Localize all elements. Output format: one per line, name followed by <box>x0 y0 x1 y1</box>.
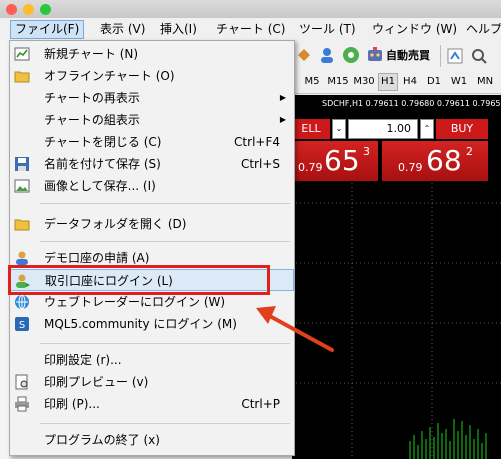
menu-print-preview-label: 印刷プレビュー (v) <box>44 375 149 389</box>
toolbar-new-order-icon[interactable] <box>446 47 464 65</box>
buy-price-box[interactable]: 0.79 68 2 <box>382 141 488 181</box>
price-candles <box>409 419 487 459</box>
timeframe-h4[interactable]: H4 <box>400 74 420 90</box>
menu-exit-label: プログラムの終了 (x) <box>44 433 160 447</box>
new-chart-icon <box>14 47 30 61</box>
menu-tools[interactable]: ツール (T) <box>295 21 360 38</box>
buy-price-prefix: 0.79 <box>398 161 423 174</box>
menu-open-data-folder[interactable]: データフォルダを開く (D) <box>10 213 294 235</box>
menu-refresh-chart[interactable]: チャートの再表示 ▶ <box>10 87 294 109</box>
file-menu-dropdown: 新規チャート (N) オフラインチャート (O) チャートの再表示 ▶ チャート… <box>9 40 295 456</box>
toolbar-arrow-icon[interactable] <box>296 47 312 63</box>
timeframe-d1[interactable]: D1 <box>424 74 444 90</box>
lot-increase-button[interactable]: ⌃ <box>420 119 434 139</box>
sell-price-big: 65 <box>324 144 360 177</box>
auto-trade-icon[interactable] <box>366 46 384 64</box>
menu-print-preview[interactable]: 印刷プレビュー (v) <box>10 371 294 393</box>
web-trader-icon <box>15 294 29 310</box>
menu-open-data-folder-label: データフォルダを開く (D) <box>44 217 187 231</box>
data-folder-icon <box>14 219 30 231</box>
menu-print-shortcut: Ctrl+P <box>241 397 280 411</box>
menu-view[interactable]: 表示 (V) <box>96 21 149 38</box>
menu-login-mql5-label: MQL5.community にログイン (M) <box>44 317 237 331</box>
menu-print-label: 印刷 (P)... <box>44 397 100 411</box>
menu-window[interactable]: ウィンドウ (W) <box>368 21 461 38</box>
toolbar-divider <box>440 45 441 67</box>
menu-close-chart-label: チャートを閉じる (C) <box>44 135 162 149</box>
sell-button[interactable]: ELL <box>292 119 330 139</box>
buy-price-big: 68 <box>426 144 462 177</box>
menu-new-chart-label: 新規チャート (N) <box>44 47 139 61</box>
sell-price-box[interactable]: 0.79 65 3 <box>292 141 378 181</box>
menu-save-as[interactable]: 名前を付けて保存 (S) Ctrl+S <box>10 153 294 175</box>
menu-chart[interactable]: チャート (C) <box>212 21 289 38</box>
auto-trade-label[interactable]: 自動売買 <box>386 47 430 63</box>
chart-symbol-line: SDCHF,H1 0.79611 0.79680 0.79611 0.79653 <box>322 99 501 108</box>
sell-price-prefix: 0.79 <box>298 161 323 174</box>
menu-chart-set-label: チャートの組表示 <box>44 113 140 127</box>
menu-separator <box>40 241 290 242</box>
menu-new-chart[interactable]: 新規チャート (N) <box>10 43 294 65</box>
main-toolbar: 自動売買 <box>292 41 501 71</box>
close-window-icon[interactable] <box>6 4 17 15</box>
toolbar-signal-icon[interactable] <box>342 46 360 64</box>
timeframe-w1[interactable]: W1 <box>448 74 470 90</box>
menu-save-as-shortcut: Ctrl+S <box>240 157 280 171</box>
timeframe-mn[interactable]: MN <box>474 74 496 90</box>
mql5-icon: S <box>15 317 29 331</box>
save-disk-icon <box>15 157 29 171</box>
menu-close-chart-shortcut: Ctrl+F4 <box>234 135 280 149</box>
menu-save-as-label: 名前を付けて保存 (S) <box>44 157 161 171</box>
toolbar-account-icon[interactable] <box>318 46 336 64</box>
print-preview-icon <box>15 374 28 390</box>
demo-account-icon <box>16 251 28 265</box>
timeframe-bar: M5 M15 M30 H1 H4 D1 W1 MN <box>292 71 501 94</box>
menu-save-image[interactable]: 画像として保存... (I) <box>10 175 294 197</box>
lot-decrease-button[interactable]: ⌄ <box>332 119 346 139</box>
buy-button[interactable]: BUY <box>436 119 488 139</box>
menu-separator <box>40 203 290 204</box>
menu-insert[interactable]: 挿入(I) <box>156 21 201 38</box>
menu-chart-set[interactable]: チャートの組表示 ▶ <box>10 109 294 131</box>
timeframe-m15[interactable]: M15 <box>326 74 350 90</box>
sell-price-sup: 3 <box>363 145 370 158</box>
buy-price-sup: 2 <box>466 145 473 158</box>
menu-print[interactable]: 印刷 (P)... Ctrl+P <box>10 393 294 415</box>
maximize-window-icon[interactable] <box>40 4 51 15</box>
window-titlebar <box>0 0 501 18</box>
highlight-box <box>8 265 270 295</box>
lot-input[interactable]: 1.00 <box>348 119 418 139</box>
menu-print-setup-label: 印刷設定 (r)... <box>44 353 122 367</box>
timeframe-h1[interactable]: H1 <box>378 73 398 91</box>
submenu-arrow-icon: ▶ <box>279 115 286 124</box>
menu-refresh-chart-label: チャートの再表示 <box>44 91 140 105</box>
navigator-panel-edge <box>0 41 9 459</box>
menu-offline-chart[interactable]: オフラインチャート (O) <box>10 65 294 87</box>
submenu-arrow-icon: ▶ <box>279 93 286 102</box>
menu-offline-chart-label: オフラインチャート (O) <box>44 69 175 83</box>
svg-text:S: S <box>19 320 25 331</box>
menu-close-chart[interactable]: チャートを閉じる (C) Ctrl+F4 <box>10 131 294 153</box>
open-folder-icon <box>14 71 30 83</box>
menu-exit[interactable]: プログラムの終了 (x) <box>10 429 294 451</box>
annotation-arrow-icon <box>256 306 334 352</box>
menu-save-image-label: 画像として保存... (I) <box>44 179 156 193</box>
chart-window[interactable]: SDCHF,H1 0.79611 0.79680 0.79611 0.79653… <box>292 95 501 459</box>
timeframe-m30[interactable]: M30 <box>352 74 376 90</box>
menu-help[interactable]: ヘルプ <box>462 21 501 38</box>
timeframe-m5[interactable]: M5 <box>300 74 324 90</box>
menu-bar: ファイル(F) 表示 (V) 挿入(I) チャート (C) ツール (T) ウィ… <box>0 18 501 42</box>
printer-icon <box>15 396 29 412</box>
menu-file[interactable]: ファイル(F) <box>10 20 85 39</box>
save-image-icon <box>14 179 30 193</box>
menu-separator <box>40 423 290 424</box>
toolbar-zoom-icon[interactable] <box>470 47 488 65</box>
minimize-window-icon[interactable] <box>23 4 34 15</box>
